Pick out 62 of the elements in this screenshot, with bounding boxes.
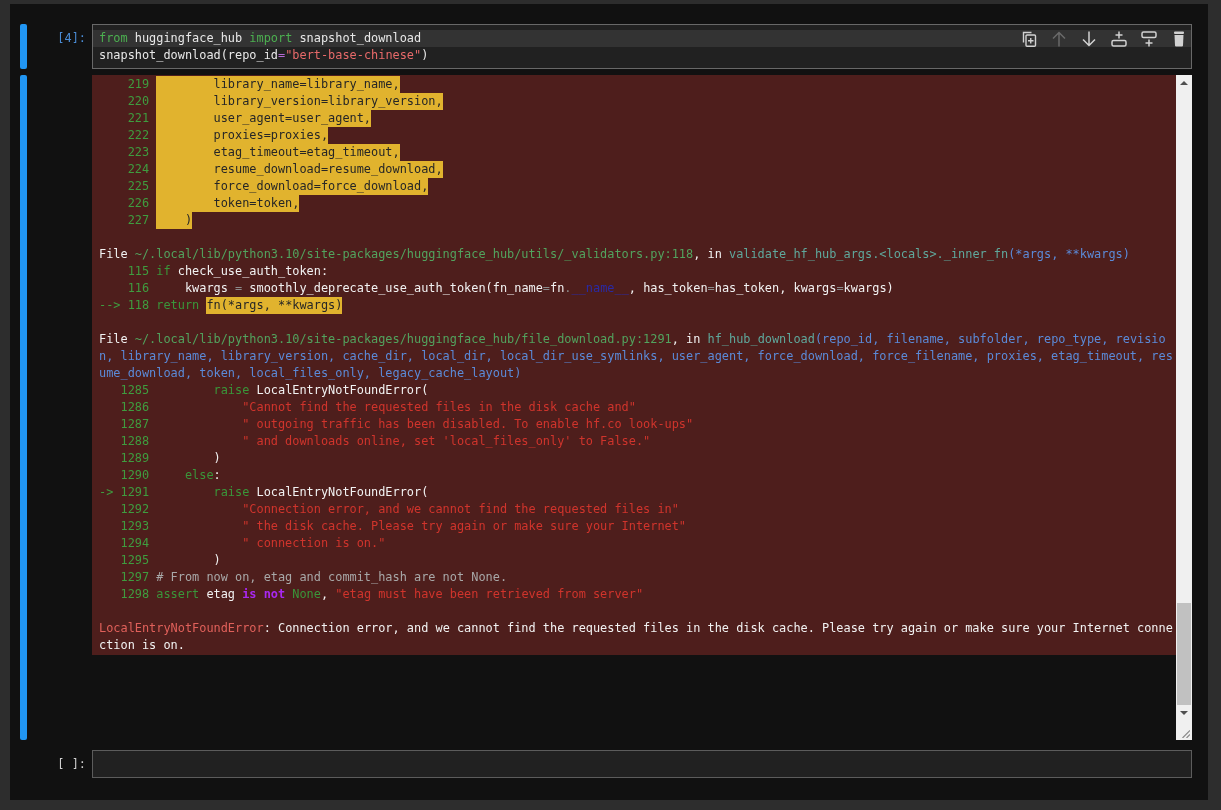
- line-number: 1294: [120, 535, 150, 552]
- input-prompt: [ ]:: [57, 757, 86, 771]
- code-line: raise LocalEntryNotFoundError(: [212, 484, 429, 501]
- line-number: 1286: [120, 399, 150, 416]
- line-number: 1297: [120, 569, 150, 586]
- line-number: 1295: [120, 552, 150, 569]
- code-input-field[interactable]: [92, 750, 1192, 778]
- line-number: 224: [127, 161, 150, 178]
- code-line: assert etag is not None, "etag must have been retrieved from server": [156, 586, 644, 603]
- scroll-up-icon[interactable]: [1180, 81, 1188, 85]
- code-line: return fn(*args, **kwargs): [156, 297, 343, 314]
- scroll-down-icon[interactable]: [1180, 711, 1188, 715]
- code-line: " the disk cache. Please try again or make sure your Internet": [241, 518, 686, 535]
- insert-above-icon[interactable]: [1111, 30, 1127, 47]
- line-number: 219: [127, 76, 150, 93]
- line-number: 1289: [120, 450, 150, 467]
- arrow-marker: ->: [99, 484, 114, 501]
- line-number: 1298: [120, 586, 150, 603]
- code-editor[interactable]: from huggingface_hub import snapshot_download snapshot_download(repo_id="bert-base-chinese"): [92, 24, 1192, 69]
- traceback-location: File ~/.local/lib/python3.10/site-packages/huggingface_hub/utils/_validators.py:118, in validate_hf_hub_args.<locals>._inner_fn(*args, **kwargs): [99, 246, 1131, 263]
- line-number: 1293: [120, 518, 150, 535]
- code-line: "Cannot find the requested files in the disk cache and": [241, 399, 636, 416]
- line-number: 223: [127, 144, 150, 161]
- code-line: " outgoing traffic has been disabled. To enable hf.co look-ups": [241, 416, 694, 433]
- line-number: 1291: [120, 484, 150, 501]
- insert-below-icon[interactable]: [1141, 30, 1157, 47]
- line-number: 227: [127, 212, 150, 229]
- arrow-marker: -->: [99, 297, 121, 314]
- line-number: 1285: [120, 382, 150, 399]
- code-line: " connection is on.": [241, 535, 386, 552]
- scrollbar-thumb[interactable]: [1177, 603, 1191, 705]
- traceback-location: File ~/.local/lib/python3.10/site-packages/huggingface_hub/file_download.py:1291, in hf_hub_download(repo_id, filename, subfolder, repo_type, revision, library_name, library_version, cache_dir, local_dir, local_dir_use_symlinks, user_agent, force_download, force_filename, proxies, etag_timeout, resume_download, token, local_files_only, legacy_cache_layout): [99, 331, 1173, 382]
- line-number: 115: [127, 263, 150, 280]
- code-line: # From now on, etag and commit_hash are not None.: [156, 569, 508, 586]
- resize-grip-icon[interactable]: [1182, 730, 1190, 738]
- line-number: 222: [127, 127, 150, 144]
- arrow-down-icon[interactable]: [1081, 30, 1097, 47]
- line-number: 118: [127, 297, 150, 314]
- code-line: ): [212, 552, 221, 569]
- scrollbar[interactable]: [1176, 75, 1192, 740]
- line-number: 1287: [120, 416, 150, 433]
- line-number: 116: [127, 280, 150, 297]
- error-message: LocalEntryNotFoundError: Connection error, and we cannot find the requested files in the disk cache. Please try again or make sure your Internet connection is on.: [99, 620, 1173, 654]
- line-number: 1290: [120, 467, 150, 484]
- line-number: 226: [127, 195, 150, 212]
- code-line: " and downloads online, set 'local_files_only' to False.": [241, 433, 651, 450]
- line-number: 225: [127, 178, 150, 195]
- trash-icon[interactable]: [1171, 30, 1187, 47]
- line-number: 220: [127, 93, 150, 110]
- input-prompt: [4]:: [57, 31, 86, 45]
- line-number: 221: [127, 110, 150, 127]
- code-line: "Connection error, and we cannot find the requested files in": [241, 501, 679, 518]
- code-line: from huggingface_hub import snapshot_download: [99, 30, 422, 47]
- code-line: else:: [183, 467, 221, 484]
- code-line: ): [212, 450, 221, 467]
- code-line: snapshot_download(repo_id="bert-base-chinese"): [99, 47, 429, 64]
- code-line: if check_use_auth_token:: [156, 263, 329, 280]
- line-number: 1288: [120, 433, 150, 450]
- duplicate-icon[interactable]: [1021, 30, 1037, 47]
- code-line: kwargs = smoothly_deprecate_use_auth_token(fn_name=fn.__name__, has_token=has_token, kwargs=kwargs): [183, 280, 894, 297]
- line-number: 1292: [120, 501, 150, 518]
- code-line: raise LocalEntryNotFoundError(: [212, 382, 429, 399]
